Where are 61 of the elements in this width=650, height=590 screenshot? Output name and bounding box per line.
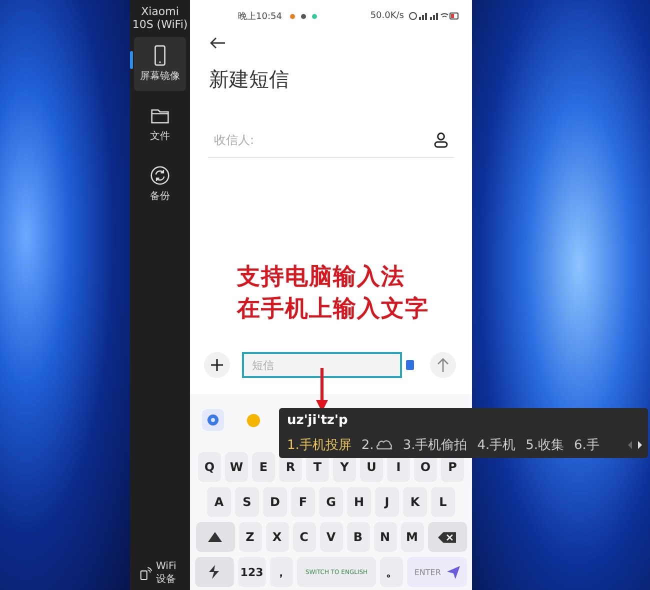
number-key[interactable]: 123	[238, 557, 266, 587]
annotation-text: 支持电脑输入法	[237, 263, 406, 292]
punctuation-key[interactable]: 。	[380, 557, 404, 587]
ime-candidate[interactable]: 4.手机	[477, 436, 516, 454]
back-arrow-icon[interactable]	[210, 37, 226, 49]
composition-text: uz'ji'tz'p	[286, 412, 349, 430]
letter-key[interactable]: B	[346, 522, 370, 552]
up-arrow-icon	[437, 358, 449, 372]
ime-candidate[interactable]: 3.手机偷拍	[402, 436, 468, 454]
backspace-key[interactable]	[428, 522, 466, 552]
letter-key[interactable]: N	[374, 522, 396, 552]
paper-plane-icon	[446, 566, 460, 578]
settings-icon	[206, 413, 220, 427]
letter-key[interactable]: Z	[238, 522, 262, 552]
ime-candidate[interactable]: 5.收集	[526, 436, 564, 454]
sidebar-item[interactable]: 文件	[134, 97, 186, 151]
plus-icon	[211, 359, 223, 371]
letter-key[interactable]: X	[266, 522, 288, 552]
letter-key[interactable]: G	[319, 487, 343, 517]
settings-button[interactable]	[202, 409, 224, 431]
letter-key[interactable]: A	[207, 487, 231, 517]
lightning-icon	[207, 565, 222, 579]
status-time: 晚上10:54	[238, 10, 282, 22]
letter-key[interactable]: J	[375, 487, 399, 517]
punctuation-key[interactable]: ，	[270, 557, 293, 587]
sync-icon	[150, 165, 170, 186]
letter-key[interactable]: K	[403, 487, 427, 517]
letter-key[interactable]: Q	[198, 452, 221, 482]
letter-key[interactable]: E	[252, 452, 275, 482]
message-field[interactable]: 短信	[242, 352, 402, 378]
letter-key[interactable]: L	[431, 487, 455, 517]
cloud-icon	[376, 440, 393, 450]
letter-key[interactable]: C	[292, 522, 316, 552]
phone-wifi-icon	[140, 566, 152, 580]
sidebar-item[interactable]: 备份	[134, 157, 186, 211]
notification-dots-icon	[290, 14, 317, 18]
letter-key[interactable]: W	[225, 452, 248, 482]
letter-key[interactable]: D	[263, 487, 287, 517]
keyboard-switch-key[interactable]	[195, 557, 234, 587]
page-arrows-icon[interactable]	[628, 441, 642, 449]
backspace-icon	[438, 532, 456, 542]
letter-key[interactable]: S	[235, 487, 259, 517]
network-speed: 50.0K/s	[370, 11, 404, 21]
add-button[interactable]	[204, 352, 230, 378]
letter-key[interactable]: H	[347, 487, 371, 517]
page-title: 新建短信	[209, 66, 290, 93]
ime-candidate[interactable]: 1.手机投屏	[287, 436, 352, 454]
wifi-device-label[interactable]: WiFi设备	[156, 560, 180, 586]
letter-key[interactable]: V	[320, 522, 342, 552]
contact-icon[interactable]	[434, 132, 448, 148]
device-name: Xiaomi 10S (WiFi)	[131, 5, 189, 31]
send-button[interactable]	[430, 352, 456, 378]
ime-candidate[interactable]: 2.	[361, 438, 393, 452]
letter-key[interactable]: F	[291, 487, 315, 517]
recipient-field[interactable]: 收信人:	[208, 133, 434, 147]
shift-key[interactable]	[196, 522, 234, 552]
ime-candidate[interactable]: 6.手	[574, 436, 600, 454]
status-icons	[408, 11, 460, 21]
annotation-text: 在手机上输入文字	[237, 295, 430, 324]
triangle-icon	[208, 532, 222, 542]
letter-key[interactable]: M	[400, 522, 424, 552]
